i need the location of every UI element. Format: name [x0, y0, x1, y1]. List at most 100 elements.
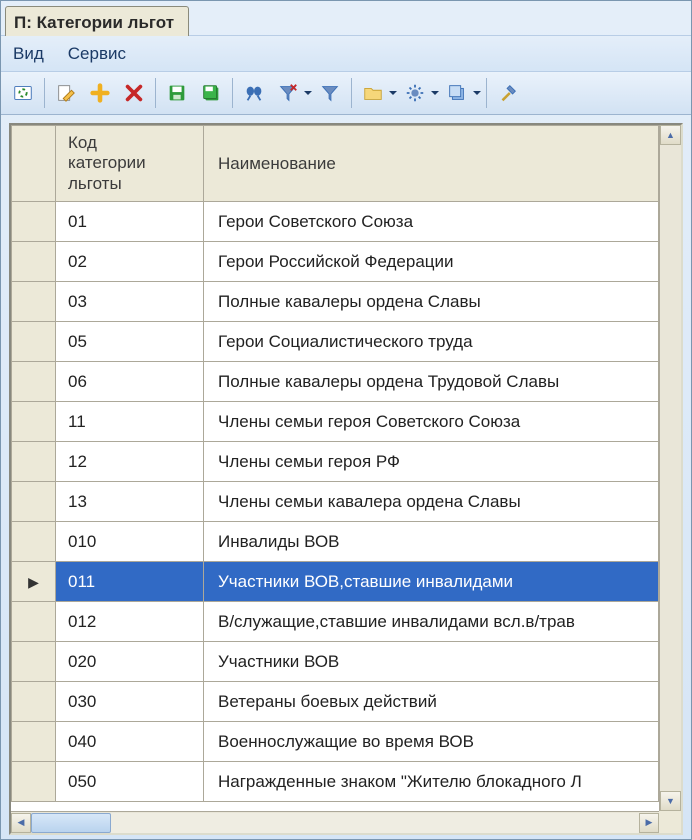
header-selector[interactable]	[12, 126, 56, 202]
name-cell[interactable]: Герои Российской Федерации	[204, 242, 659, 282]
header-code[interactable]: Код категории льготы	[56, 126, 204, 202]
toolbar-separator	[155, 78, 156, 108]
edit-button[interactable]	[50, 77, 82, 109]
vertical-scrollbar[interactable]: ▲ ▼	[659, 125, 681, 811]
header-name-label: Наименование	[218, 154, 336, 173]
code-cell[interactable]: 01	[56, 202, 204, 242]
code-cell[interactable]: 030	[56, 682, 204, 722]
header-name[interactable]: Наименование	[204, 126, 659, 202]
code-cell[interactable]: 13	[56, 482, 204, 522]
table-row[interactable]: 06Полные кавалеры ордена Трудовой Славы	[12, 362, 659, 402]
name-cell[interactable]: Участники ВОВ	[204, 642, 659, 682]
table-row[interactable]: 02Герои Российской Федерации	[12, 242, 659, 282]
row-selector-cell[interactable]	[12, 762, 56, 802]
code-cell[interactable]: 03	[56, 282, 204, 322]
name-cell[interactable]: Участники ВОВ,ставшие инвалидами	[204, 562, 659, 602]
row-selector-cell[interactable]	[12, 682, 56, 722]
filter-cancel-button[interactable]	[272, 77, 304, 109]
table-row[interactable]: 11Члены семьи героя Советского Союза	[12, 402, 659, 442]
table-row[interactable]: 01Герои Советского Союза	[12, 202, 659, 242]
filter-button[interactable]	[314, 77, 346, 109]
delete-button[interactable]	[118, 77, 150, 109]
table-row[interactable]: 05Герои Социалистического труда	[12, 322, 659, 362]
code-cell[interactable]: 02	[56, 242, 204, 282]
scroll-up-button[interactable]: ▲	[660, 125, 681, 145]
name-cell[interactable]: Члены семьи героя Советского Союза	[204, 402, 659, 442]
toolbar-separator	[486, 78, 487, 108]
name-cell[interactable]: В/служащие,ставшие инвалидами всл.в/трав	[204, 602, 659, 642]
scroll-right-button[interactable]: ▶	[639, 813, 659, 833]
find-button[interactable]	[238, 77, 270, 109]
table-row[interactable]: 03Полные кавалеры ордена Славы	[12, 282, 659, 322]
settings-button[interactable]	[399, 77, 431, 109]
menu-service[interactable]: Сервис	[68, 44, 126, 64]
table-row[interactable]: 050Награжденные знаком "Жителю блокадног…	[12, 762, 659, 802]
table-row[interactable]: 010Инвалиды ВОВ	[12, 522, 659, 562]
table-row[interactable]: 13Члены семьи кавалера ордена Славы	[12, 482, 659, 522]
name-cell[interactable]: Члены семьи кавалера ордена Славы	[204, 482, 659, 522]
window-tab[interactable]: П: Категории льгот	[5, 6, 189, 36]
code-cell[interactable]: 011	[56, 562, 204, 602]
save-button[interactable]	[161, 77, 193, 109]
copy-dropdown[interactable]	[473, 79, 481, 107]
name-cell[interactable]: Члены семьи героя РФ	[204, 442, 659, 482]
table-row[interactable]: 020Участники ВОВ	[12, 642, 659, 682]
name-cell[interactable]: Герои Социалистического труда	[204, 322, 659, 362]
row-selector-cell[interactable]	[12, 722, 56, 762]
add-button[interactable]	[84, 77, 116, 109]
scroll-left-button[interactable]: ◀	[11, 813, 31, 833]
code-cell[interactable]: 010	[56, 522, 204, 562]
row-selector-cell[interactable]	[12, 282, 56, 322]
copy-button[interactable]	[441, 77, 473, 109]
table-row[interactable]: ▶ 011Участники ВОВ,ставшие инвалидами	[12, 562, 659, 602]
row-selector-cell[interactable]	[12, 202, 56, 242]
row-selector-cell[interactable]	[12, 522, 56, 562]
tools-button[interactable]	[492, 77, 524, 109]
tab-bar: П: Категории льгот	[1, 1, 691, 35]
header-row: Код категории льготы Наименование	[12, 126, 659, 202]
name-cell[interactable]: Герои Советского Союза	[204, 202, 659, 242]
row-selector-cell[interactable]: ▶	[12, 562, 56, 602]
hscroll-thumb[interactable]	[31, 813, 111, 833]
code-cell[interactable]: 012	[56, 602, 204, 642]
header-code-label: Код категории льготы	[68, 133, 146, 193]
menu-view[interactable]: Вид	[13, 44, 44, 64]
row-selector-cell[interactable]	[12, 242, 56, 282]
name-cell[interactable]: Полные кавалеры ордена Славы	[204, 282, 659, 322]
hscroll-track[interactable]	[31, 813, 639, 833]
horizontal-scrollbar[interactable]: ◀ ▶	[11, 811, 659, 833]
refresh-button[interactable]	[7, 77, 39, 109]
code-cell[interactable]: 11	[56, 402, 204, 442]
name-cell[interactable]: Военнослужащие во время ВОВ	[204, 722, 659, 762]
code-cell[interactable]: 06	[56, 362, 204, 402]
row-selector-cell[interactable]	[12, 362, 56, 402]
folder-button[interactable]	[357, 77, 389, 109]
folder-dropdown[interactable]	[389, 79, 397, 107]
name-cell[interactable]: Награжденные знаком "Жителю блокадного Л	[204, 762, 659, 802]
name-cell[interactable]: Инвалиды ВОВ	[204, 522, 659, 562]
table-row[interactable]: 012В/служащие,ставшие инвалидами всл.в/т…	[12, 602, 659, 642]
filter-cancel-dropdown[interactable]	[304, 79, 312, 107]
data-grid[interactable]: Код категории льготы Наименование 01Геро…	[11, 125, 659, 802]
row-selector-cell[interactable]	[12, 602, 56, 642]
row-selector-cell[interactable]	[12, 482, 56, 522]
code-cell[interactable]: 05	[56, 322, 204, 362]
scroll-corner	[659, 811, 681, 833]
row-selector-cell[interactable]	[12, 402, 56, 442]
settings-dropdown[interactable]	[431, 79, 439, 107]
code-cell[interactable]: 12	[56, 442, 204, 482]
name-cell[interactable]: Полные кавалеры ордена Трудовой Славы	[204, 362, 659, 402]
code-cell[interactable]: 050	[56, 762, 204, 802]
table-row[interactable]: 12Члены семьи героя РФ	[12, 442, 659, 482]
table-row[interactable]: 040Военнослужащие во время ВОВ	[12, 722, 659, 762]
code-cell[interactable]: 040	[56, 722, 204, 762]
row-selector-cell[interactable]	[12, 642, 56, 682]
code-cell[interactable]: 020	[56, 642, 204, 682]
table-row[interactable]: 030Ветераны боевых действий	[12, 682, 659, 722]
name-cell[interactable]: Ветераны боевых действий	[204, 682, 659, 722]
row-selector-cell[interactable]	[12, 322, 56, 362]
row-selector-cell[interactable]	[12, 442, 56, 482]
save-all-button[interactable]	[195, 77, 227, 109]
current-row-indicator-icon: ▶	[28, 574, 39, 590]
scroll-down-button[interactable]: ▼	[660, 791, 681, 811]
